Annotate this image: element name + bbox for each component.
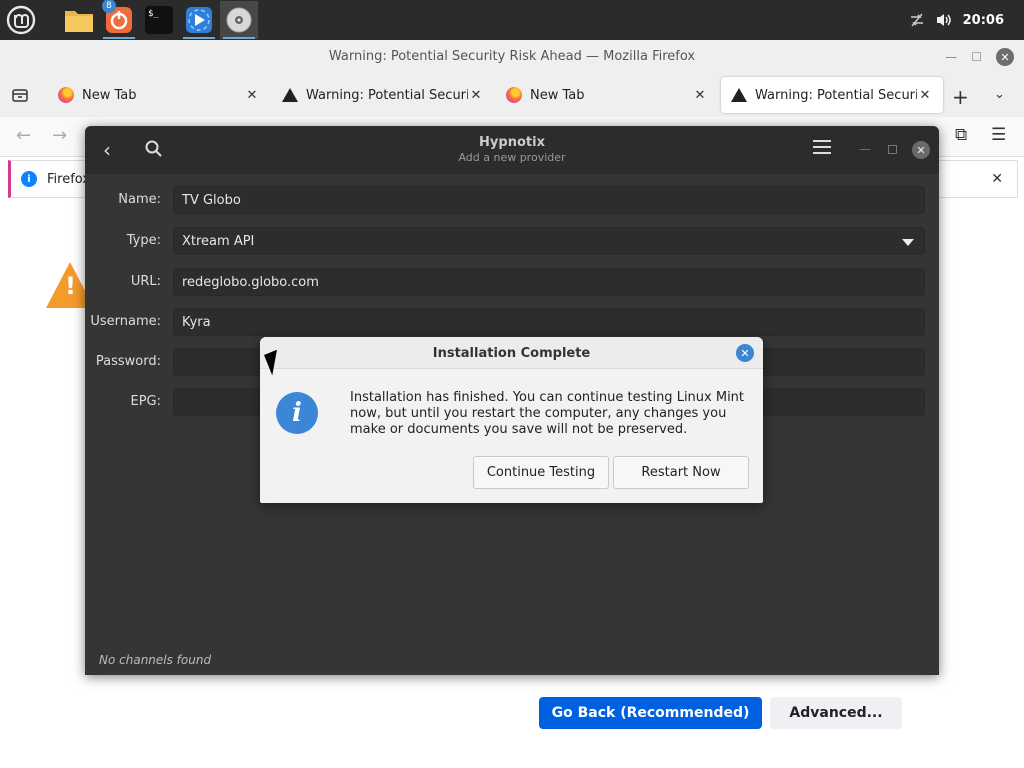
- close-icon[interactable]: ✕: [736, 344, 754, 362]
- installer-launcher[interactable]: [220, 1, 258, 39]
- back-arrow-icon[interactable]: ←: [16, 125, 31, 146]
- tab-strip: New Tab ✕ Warning: Potential Security Ri…: [0, 73, 1024, 117]
- username-row: Username: Kyra: [85, 308, 939, 336]
- list-all-tabs-button[interactable]: [8, 83, 32, 107]
- network-icon[interactable]: [909, 12, 925, 28]
- tab-list-icon: [12, 89, 28, 102]
- tab-new-tab-2[interactable]: New Tab ✕: [496, 77, 718, 113]
- volume-icon[interactable]: [935, 12, 953, 28]
- tab-new-tab-1[interactable]: New Tab ✕: [48, 77, 270, 113]
- type-select-value: Xtream API: [182, 234, 255, 249]
- tab-label: New Tab: [82, 87, 137, 103]
- hypnotix-title: Hypnotix: [479, 135, 545, 150]
- go-back-button[interactable]: Go Back (Recommended): [539, 697, 762, 729]
- system-tray: 20:06: [909, 0, 1024, 40]
- hypnotix-launcher[interactable]: [180, 1, 218, 39]
- window-title: Warning: Potential Security Risk Ahead —…: [328, 49, 696, 64]
- installation-complete-dialog: Installation Complete ✕ i Installation h…: [260, 337, 763, 503]
- taskbar: 8 $_ 20:06: [0, 0, 1024, 40]
- tab-warning-1[interactable]: Warning: Potential Security Risk Ahead ✕: [272, 77, 494, 113]
- files-launcher[interactable]: [60, 1, 98, 39]
- tab-close-icon[interactable]: ✕: [692, 88, 708, 103]
- tab-close-icon[interactable]: ✕: [468, 88, 484, 103]
- mint-menu-button[interactable]: [2, 1, 40, 39]
- hypnotix-icon: [186, 7, 212, 33]
- disc-icon: [226, 7, 252, 33]
- hypnotix-headerbar: ‹ Hypnotix Add a new provider — ✕: [85, 126, 939, 174]
- name-row: Name: TV Globo: [85, 186, 939, 214]
- minimize-icon[interactable]: —: [859, 142, 871, 156]
- terminal-icon: $_: [145, 6, 173, 34]
- tab-warning-2[interactable]: Warning: Potential Security Risk Ahead ✕: [721, 77, 943, 113]
- epg-label: EPG:: [130, 394, 161, 409]
- firefox-titlebar: Warning: Potential Security Risk Ahead —…: [0, 40, 1024, 73]
- close-icon[interactable]: ✕: [991, 171, 1003, 187]
- extensions-icon[interactable]: ⧉: [955, 125, 967, 145]
- warning-icon: [282, 88, 298, 102]
- mint-logo-icon: [6, 5, 36, 35]
- name-label: Name:: [118, 192, 161, 207]
- notification-text: Firefox: [47, 171, 91, 187]
- terminal-launcher[interactable]: $_: [140, 1, 178, 39]
- close-icon[interactable]: ✕: [912, 141, 930, 159]
- window-controls: — ☐ ✕: [945, 48, 1014, 66]
- tab-close-icon[interactable]: ✕: [917, 88, 933, 103]
- status-text: No channels found: [99, 653, 212, 667]
- chevron-down-icon[interactable]: ⌄: [994, 87, 1005, 102]
- name-field[interactable]: TV Globo: [173, 186, 925, 214]
- hamburger-menu-icon[interactable]: [813, 140, 831, 158]
- tab-close-icon[interactable]: ✕: [244, 88, 260, 103]
- minimize-icon[interactable]: —: [945, 50, 957, 64]
- hypnotix-subtitle: Add a new provider: [458, 151, 566, 164]
- type-row: Type: Xtream API: [85, 227, 939, 255]
- close-icon[interactable]: ✕: [996, 48, 1014, 66]
- password-label: Password:: [95, 354, 161, 369]
- forward-arrow-icon[interactable]: →: [52, 125, 67, 146]
- info-icon: i: [21, 171, 37, 187]
- firefox-icon: [506, 87, 522, 103]
- url-field[interactable]: redeglobo.globo.com: [173, 268, 925, 296]
- maximize-icon[interactable]: ☐: [971, 50, 982, 64]
- username-label: Username:: [90, 314, 161, 329]
- url-label: URL:: [130, 274, 161, 289]
- tab-label: New Tab: [530, 87, 585, 103]
- maximize-icon[interactable]: [888, 145, 897, 154]
- dialog-titlebar: Installation Complete ✕: [260, 337, 763, 369]
- advanced-button[interactable]: Advanced...: [770, 697, 902, 729]
- username-field[interactable]: Kyra: [173, 308, 925, 336]
- hamburger-menu-icon[interactable]: ☰: [991, 125, 1006, 145]
- dialog-title: Installation Complete: [432, 346, 591, 361]
- type-select[interactable]: Xtream API: [173, 227, 925, 255]
- update-manager-launcher[interactable]: 8: [100, 0, 138, 39]
- info-icon: i: [276, 392, 318, 434]
- type-label: Type:: [126, 233, 161, 248]
- continue-testing-button[interactable]: Continue Testing: [473, 456, 609, 489]
- clock[interactable]: 20:06: [963, 13, 1004, 28]
- firefox-icon: [58, 87, 74, 103]
- tab-label: Warning: Potential Security Risk Ahead: [755, 87, 917, 103]
- dialog-message: Installation has finished. You can conti…: [350, 390, 745, 437]
- tab-label: Warning: Potential Security Risk Ahead: [306, 87, 468, 103]
- restart-now-button[interactable]: Restart Now: [613, 456, 749, 489]
- warning-icon: [731, 88, 747, 102]
- new-tab-plus-icon[interactable]: +: [952, 85, 969, 109]
- folder-icon: [65, 11, 93, 32]
- url-row: URL: redeglobo.globo.com: [85, 268, 939, 296]
